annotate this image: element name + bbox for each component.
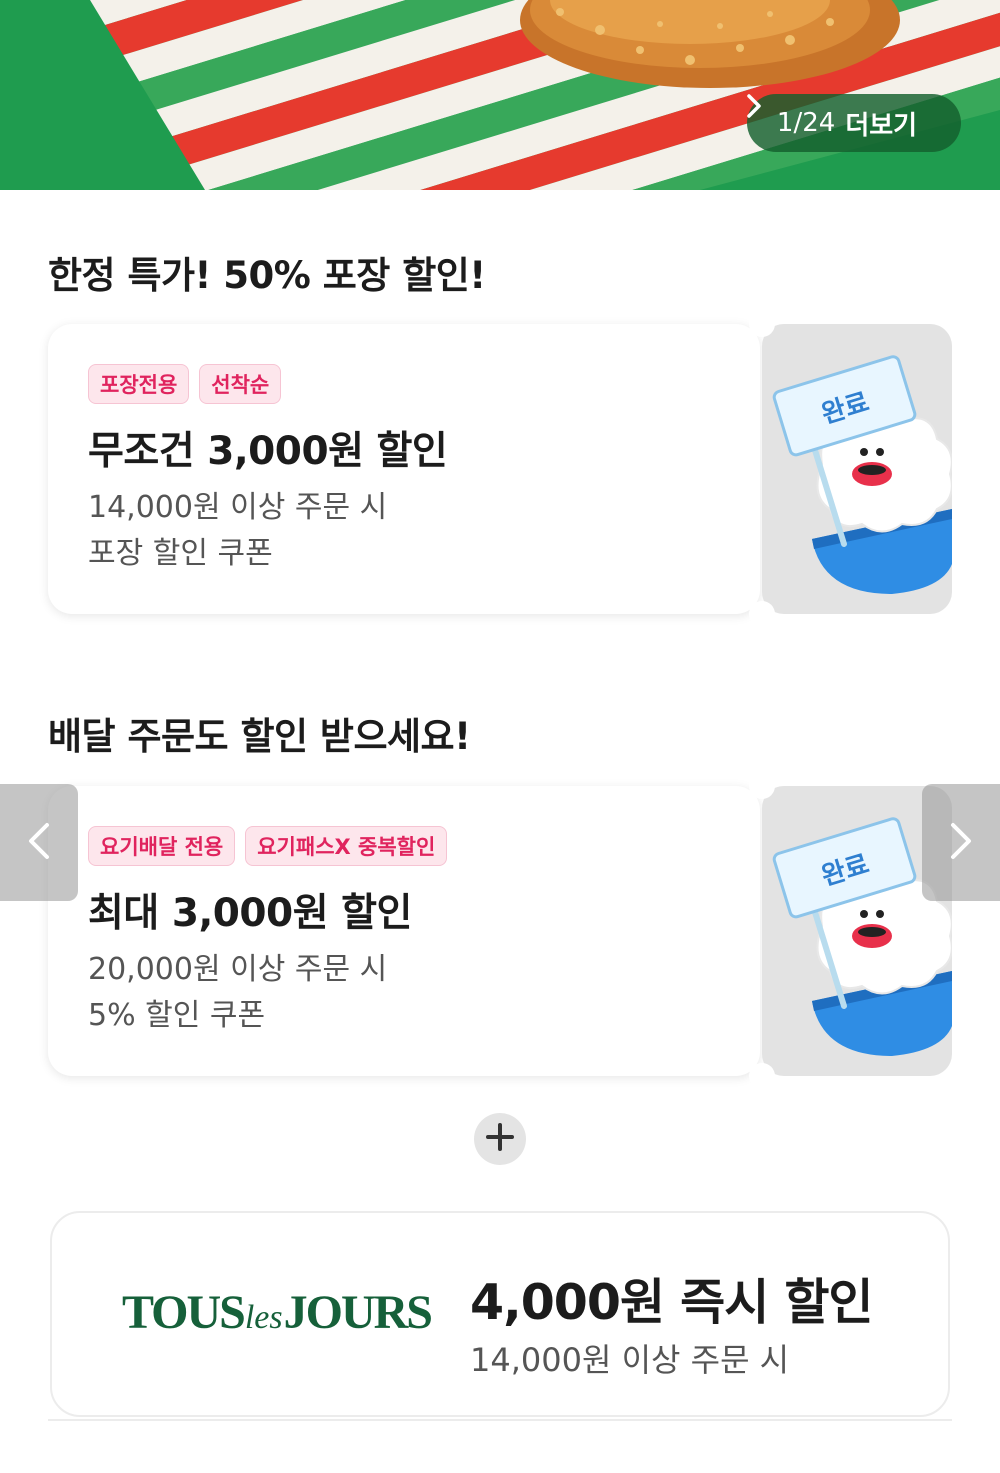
- coupon-tags: 요기배달 전용 요기패스X 중복할인: [88, 826, 448, 866]
- coupon-condition: 14,000원 이상 주문 시: [88, 490, 388, 525]
- coupon-download-stub[interactable]: 완료: [762, 324, 952, 614]
- plus-icon: [485, 1122, 515, 1156]
- logo-text: JOURS: [283, 1286, 433, 1339]
- coupon-card-delivery[interactable]: 요기배달 전용 요기패스X 중복할인 최대 3,000원 할인 20,000원 …: [48, 773, 952, 1089]
- section-title-takeout: 한정 특가! 50% 포장 할인!: [48, 254, 486, 297]
- coupon-type: 포장 할인 쿠폰: [88, 536, 273, 571]
- chevron-left-icon: [27, 821, 51, 865]
- coupon-title: 무조건 3,000원 할인: [88, 429, 448, 474]
- brand-offer-condition: 14,000원 이상 주문 시: [470, 1341, 790, 1379]
- mascot-complete-icon: 완료: [772, 355, 952, 594]
- ticket-notch: [749, 773, 775, 799]
- brand-offer-card[interactable]: TOUS les JOURS 4,000원 즉시 할인 14,000원 이상 주문 …: [50, 1211, 950, 1417]
- section-title-delivery: 배달 주문도 할인 받으세요!: [48, 715, 471, 758]
- banner-more-label: 더보기: [845, 110, 918, 141]
- chevron-right-icon: [949, 821, 973, 865]
- coupon-tags: 포장전용 선착순: [88, 364, 282, 404]
- tous-les-jours-logo: TOUS les JOURS: [122, 1285, 433, 1340]
- coupon-tag: 요기배달 전용: [88, 826, 236, 866]
- coupon-type: 5% 할인 쿠폰: [88, 998, 266, 1033]
- coupon-body: 요기배달 전용 요기패스X 중복할인 최대 3,000원 할인 20,000원 …: [48, 786, 760, 1076]
- carousel-prev-button[interactable]: [0, 784, 78, 901]
- expand-more-button[interactable]: [474, 1113, 526, 1165]
- ticket-notch: [749, 601, 775, 627]
- divider: [48, 1419, 952, 1421]
- promo-banner[interactable]: 1/24 더보기: [0, 0, 1000, 190]
- carousel-next-button[interactable]: [922, 784, 1000, 901]
- coupon-tag: 요기패스X 중복할인: [245, 826, 448, 866]
- coupon-body: 포장전용 선착순 무조건 3,000원 할인 14,000원 이상 주문 시 포…: [48, 324, 760, 614]
- brand-offer-title: 4,000원 즉시 할인: [470, 1274, 874, 1331]
- ticket-notch: [749, 311, 775, 337]
- logo-text: TOUS: [122, 1286, 246, 1339]
- coupon-title: 최대 3,000원 할인: [88, 891, 412, 936]
- ticket-notch: [749, 1063, 775, 1089]
- coupon-card-takeout[interactable]: 포장전용 선착순 무조건 3,000원 할인 14,000원 이상 주문 시 포…: [48, 311, 952, 627]
- coupon-tag: 선착순: [199, 364, 282, 404]
- coupon-tag: 포장전용: [88, 364, 190, 404]
- coupon-condition: 20,000원 이상 주문 시: [88, 952, 388, 987]
- logo-text: les: [244, 1299, 283, 1336]
- banner-page-count: 1/24: [776, 108, 836, 138]
- banner-pager-button[interactable]: 1/24 더보기: [747, 94, 961, 152]
